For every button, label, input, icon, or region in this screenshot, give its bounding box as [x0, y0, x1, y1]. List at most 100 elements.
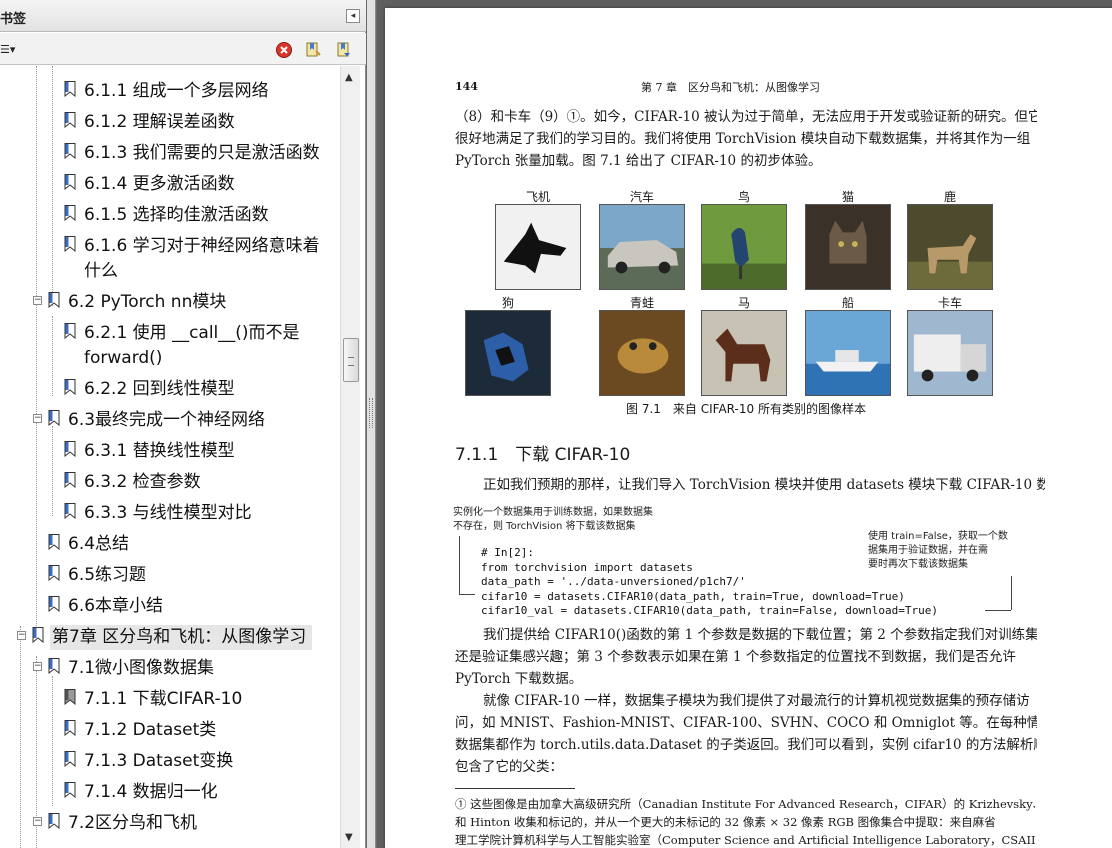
class-label: 船	[841, 296, 854, 310]
bookmark-icon	[48, 813, 60, 829]
scroll-thumb[interactable]	[343, 338, 359, 382]
bookmark-label: 6.3.1 替换线性模型	[84, 441, 235, 461]
bookmark-icon	[32, 627, 44, 643]
bookmark-icon	[64, 112, 76, 128]
collapse-toggle-icon[interactable]: −	[33, 662, 42, 671]
bookmark-label: 6.1.3 我们需要的只是激活函数	[84, 143, 320, 163]
delete-bookmark-icon[interactable]	[275, 41, 293, 59]
bookmark-label: 6.6本章小结	[68, 596, 164, 616]
splitter-grip[interactable]	[369, 398, 373, 428]
class-label: 狗	[501, 296, 514, 310]
bookmark-icon	[48, 292, 60, 308]
bookmark-icon	[48, 565, 60, 581]
cifar-figure: 飞机 汽车 鸟 猫 鹿 狗 青蛙 马 船 卡车	[465, 184, 999, 400]
paragraph-intro: （8）和卡车（9）①。如今，CIFAR-10 被认为过于简单，无法应用于开发或验…	[455, 109, 1037, 169]
bookmark-tree: 6.1.1 组成一个多层网络 6.1.2 理解误差函数 6.1.3 我们需要的只…	[0, 66, 340, 848]
class-label: 马	[737, 296, 750, 310]
bookmark-label: 第7章 区分鸟和飞机：从图像学习	[50, 625, 313, 650]
expand-bookmark-icon[interactable]	[335, 41, 353, 59]
annotation-train: 实例化一个数据集用于训练数据，如果数据集 不存在，则 TorchVision 将…	[453, 507, 653, 532]
class-label: 汽车	[629, 190, 654, 204]
figure-caption: 图 7.1 来自 CIFAR-10 所有类别的图像样本	[626, 402, 866, 416]
page-number: 144	[455, 80, 478, 93]
bookmark-label: 6.5练习题	[68, 565, 147, 585]
bookmark-label: 7.1.2 Dataset类	[84, 720, 217, 740]
bookmark-label: 6.3.3 与线性模型对比	[84, 503, 252, 523]
bookmark-label: 7.2区分鸟和飞机	[68, 813, 198, 833]
bookmark-icon	[48, 534, 60, 550]
class-label: 青蛙	[629, 296, 654, 310]
bookmark-label: 6.2.2 回到线性模型	[84, 379, 235, 399]
cat-image	[805, 204, 891, 290]
bookmarks-scrollbar[interactable]: ▲ ▼	[340, 66, 360, 848]
bookmark-label: 6.3最终完成一个神经网络	[68, 410, 266, 430]
collapse-panel-button[interactable]: ◂	[346, 9, 360, 23]
paragraph-datasets: 就像 CIFAR-10 一样，数据集子模块为我们提供了对最流行的计算机视觉数据集…	[455, 693, 1037, 775]
bookmark-icon	[48, 596, 60, 612]
bookmark-label: 7.1微小图像数据集	[68, 658, 215, 678]
class-label: 鸟	[737, 190, 750, 204]
collapse-toggle-icon[interactable]: −	[33, 296, 42, 305]
class-label: 猫	[841, 190, 854, 204]
paragraph-download: 正如我们预期的那样，让我们导入 TorchVision 模块并使用 datase…	[483, 477, 1045, 493]
bookmark-icon	[64, 323, 76, 339]
bookmark-icon	[64, 720, 76, 736]
horse-image	[701, 310, 787, 396]
bookmark-label: 6.2 PyTorch nn模块	[68, 292, 227, 312]
ship-image	[805, 310, 891, 396]
bookmarks-header: 书签 ◂	[0, 0, 366, 32]
bookmark-icon	[64, 441, 76, 457]
bookmark-label: 6.1.5 选择昀佳激活函数	[84, 205, 269, 225]
truck-image	[907, 310, 993, 396]
section-heading: 7.1.1 下载 CIFAR-10	[455, 445, 631, 465]
scroll-up-arrow-icon[interactable]: ▲	[345, 72, 353, 83]
bookmark-label: 6.2.1 使用 __call__()而不是forward()	[84, 323, 300, 368]
bookmark-label: 6.1.4 更多激活函数	[84, 174, 235, 194]
collapse-toggle-icon[interactable]: −	[33, 414, 42, 423]
pdf-page: 144 第 7 章 区分鸟和飞机：从图像学习 （8）和卡车（9）①。如今，CIF…	[385, 8, 1112, 848]
current-bookmark-icon	[64, 689, 76, 705]
panel-splitter[interactable]	[367, 0, 376, 848]
bookmark-icon	[64, 81, 76, 97]
automobile-image	[599, 204, 685, 290]
bookmark-icon	[64, 503, 76, 519]
bookmark-icon	[64, 472, 76, 488]
collapse-toggle-icon[interactable]: −	[33, 817, 42, 826]
options-menu-button[interactable]: ☰▾	[0, 43, 24, 57]
bookmark-icon	[64, 236, 76, 252]
footnote: ① 这些图像是由加拿大高级研究所（Canadian Institute For …	[455, 797, 1035, 847]
bookmark-icon	[64, 782, 76, 798]
bird-image	[701, 204, 787, 290]
bookmark-icon	[48, 410, 60, 426]
bookmark-label: 7.1.4 数据归一化	[84, 782, 218, 802]
scroll-down-arrow-icon[interactable]: ▼	[345, 832, 353, 843]
document-view[interactable]: 144 第 7 章 区分鸟和飞机：从图像学习 （8）和卡车（9）①。如今，CIF…	[377, 0, 1112, 848]
collapse-toggle-icon[interactable]: −	[17, 631, 26, 640]
bookmark-label: 6.1.2 理解误差函数	[84, 112, 235, 132]
bookmarks-title: 书签	[0, 12, 27, 27]
class-label: 飞机	[525, 190, 550, 204]
airplane-image	[495, 204, 581, 290]
frog-image	[599, 310, 685, 396]
bookmark-label: 6.1.1 组成一个多层网络	[84, 81, 269, 101]
bookmark-icon	[64, 143, 76, 159]
bookmarks-panel: 书签 ◂ ☰▾ 6.1.1 组成一个多层网络 6.1.2 理解误差函数 6.1.…	[0, 0, 366, 848]
class-label: 鹿	[943, 190, 956, 204]
bookmark-icon	[64, 205, 76, 221]
bookmark-label: 7.1.3 Dataset变换	[84, 751, 234, 771]
bookmark-icon	[64, 379, 76, 395]
dog-image	[465, 310, 551, 396]
paragraph-args: 我们提供给 CIFAR10()函数的第 1 个参数是数据的下载位置；第 2 个参…	[455, 627, 1037, 687]
bookmark-label: 6.1.6 学习对于神经网络意味着什么	[84, 236, 320, 281]
bookmark-label: 6.3.2 检查参数	[84, 472, 201, 492]
bookmark-label: 6.4总结	[68, 534, 130, 554]
new-bookmark-icon[interactable]	[304, 41, 322, 59]
bookmark-icon	[48, 658, 60, 674]
bookmark-icon	[64, 751, 76, 767]
bookmark-icon	[64, 174, 76, 190]
class-label: 卡车	[937, 296, 962, 310]
bookmarks-toolbar: ☰▾	[0, 33, 366, 65]
chapter-head: 第 7 章 区分鸟和飞机：从图像学习	[641, 81, 820, 94]
deer-image	[907, 204, 993, 290]
bookmark-label: 7.1.1 下载CIFAR-10	[84, 689, 243, 709]
